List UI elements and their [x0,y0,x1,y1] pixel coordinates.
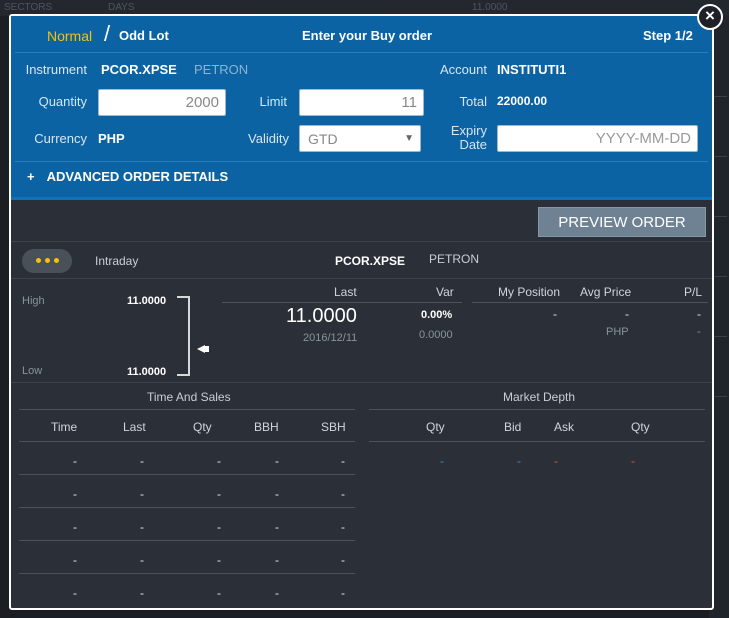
more-options-icon[interactable] [22,249,72,273]
advanced-order-details-toggle[interactable]: + ADVANCED ORDER DETAILS [27,169,228,184]
high-value: 11.0000 [127,295,167,307]
tab-separator: / [104,21,111,46]
tab-normal[interactable]: Normal [47,28,92,44]
chevron-down-icon: ▼ [404,133,414,144]
ts-col-last: Last [123,420,146,434]
background-label: DAYS [108,2,135,13]
validity-label: Validity [248,131,289,146]
expiry-date-input[interactable]: YYYY-MM-DD [497,125,698,152]
md-col-bid-qty: Qty [426,420,445,434]
last-date: 2016/12/11 [303,332,358,344]
order-entry-panel: Normal / Odd Lot Enter your Buy order St… [11,16,712,200]
limit-label: Limit [259,94,287,109]
intraday-label: Intraday [95,254,139,268]
background-label: 11.0000 [472,2,508,13]
step-indicator: Step 1/2 [643,28,693,43]
pl-label: P/L [684,285,703,299]
last-price: 11.0000 [286,305,357,327]
my-position-value: - [553,307,557,321]
quote-symbol: PCOR.XPSE [335,254,406,268]
quote-divider [11,278,712,279]
validity-select[interactable]: GTD ▼ [299,125,421,152]
section-divider [11,241,712,242]
expiry-date-label: Expiry Date [450,123,487,152]
lower-section-divider [11,382,712,383]
range-pointer-tail [204,346,209,352]
ts-col-time: Time [51,420,78,434]
ts-col-qty: Qty [193,420,212,434]
close-icon[interactable]: × [697,4,723,30]
ts-col-bbh: BBH [254,420,279,434]
md-col-bid: Bid [504,420,522,434]
validity-value: GTD [308,131,338,147]
avg-price-label: Avg Price [580,285,632,299]
time-and-sales-title: Time And Sales [147,390,231,404]
avg-price-currency: PHP [606,326,629,338]
ts-col-sbh: SBH [321,420,346,434]
market-depth-title: Market Depth [503,390,576,404]
preview-order-button[interactable]: PREVIEW ORDER [538,207,706,237]
var-label: Var [436,285,454,299]
instrument-name: PETRON [194,62,249,77]
currency-label: Currency [34,131,87,146]
header-divider [15,52,708,53]
account-label: Account [440,62,487,77]
low-label: Low [22,365,43,377]
high-low-range-bracket [177,296,190,376]
last-label: Last [334,285,357,299]
quote-name: PETRON [429,252,480,266]
instrument-label: Instrument [25,62,87,77]
md-col-ask-qty: Qty [631,420,650,434]
my-position-label: My Position [498,285,561,299]
pl-secondary-value: - [697,326,701,338]
var-absolute: 0.0000 [419,329,453,341]
account-value: INSTITUTI1 [497,62,567,77]
instrument-symbol: PCOR.XPSE [101,62,177,77]
low-value: 11.0000 [127,366,167,378]
limit-price-input[interactable]: 11 [299,89,424,116]
quantity-input[interactable]: 2000 [98,89,226,116]
plus-icon: + [27,169,35,184]
currency-value: PHP [98,131,125,146]
pl-value: - [697,307,701,321]
var-percent: 0.00% [421,309,453,321]
buy-order-dialog: Normal / Odd Lot Enter your Buy order St… [9,14,714,610]
high-label: High [22,295,45,307]
md-col-ask: Ask [554,420,575,434]
form-divider [15,161,708,162]
tab-odd-lot[interactable]: Odd Lot [119,28,169,43]
advanced-order-details-label: ADVANCED ORDER DETAILS [46,169,229,184]
total-value: 22000.00 [497,94,548,108]
total-label: Total [459,94,487,109]
quantity-label: Quantity [38,94,87,109]
background-label: SECTORS [4,2,53,13]
avg-price-value: - [625,307,629,321]
dialog-title: Enter your Buy order [302,28,433,43]
